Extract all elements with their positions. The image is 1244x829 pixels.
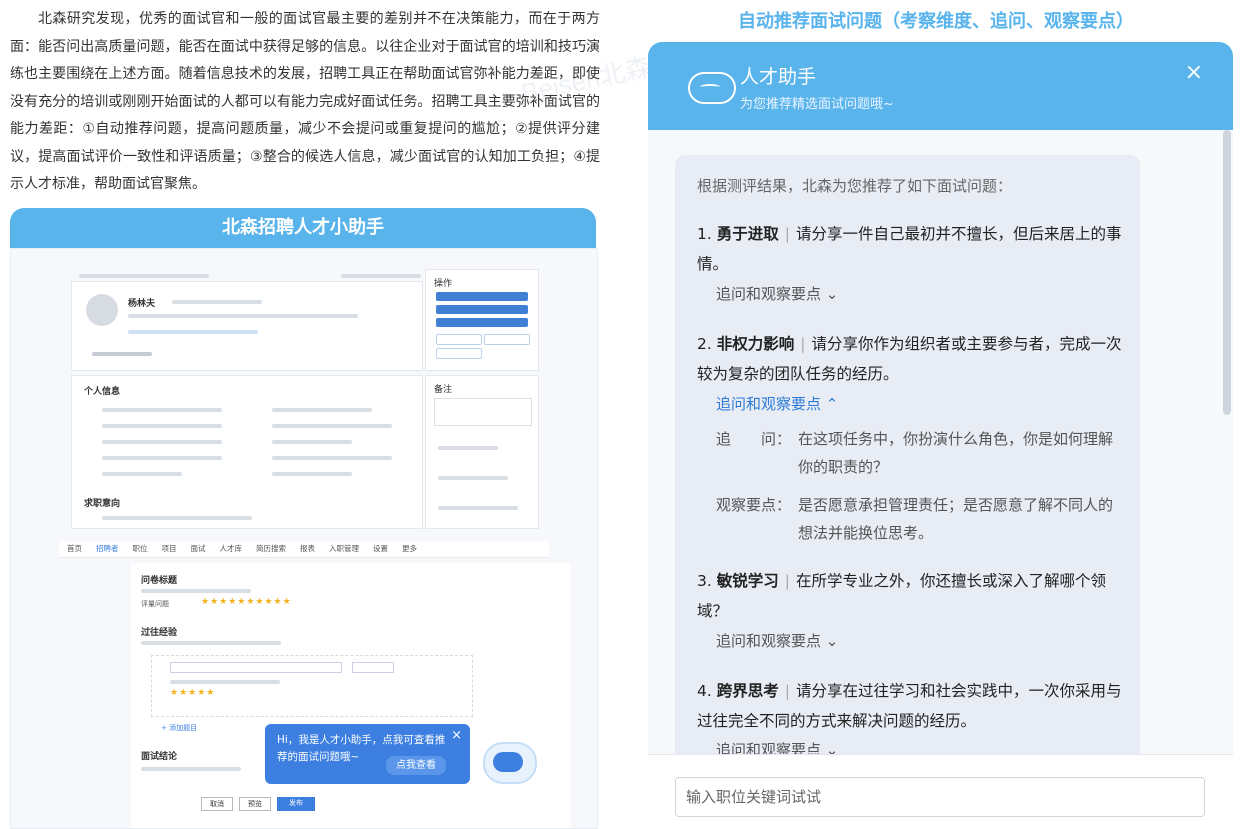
nav-bar: 首页 招聘者 职位 项目 面试 人才库 简历搜索 报表 入职管理 设置 更多 — [59, 541, 549, 558]
question-input[interactable] — [170, 662, 342, 673]
question-number: 1. — [697, 225, 712, 243]
nav-item[interactable]: 更多 — [402, 543, 417, 554]
notes-panel: 备注 — [425, 375, 539, 529]
followup-toggle[interactable]: 追问和观察要点 ⌄ — [716, 630, 838, 651]
nav-item[interactable]: 职位 — [133, 543, 148, 554]
observe-text: 是否愿意承担管理责任；是否愿意了解不同人的想法并能换位思考。 — [798, 496, 1114, 542]
assistant-banner-title: 北森招聘人才小助手 — [10, 208, 596, 248]
personal-info-title: 个人信息 — [84, 387, 121, 397]
preview-button[interactable]: 预览 — [239, 797, 271, 811]
notes-title: 备注 — [434, 385, 453, 395]
nav-item[interactable]: 入职管理 — [329, 543, 359, 554]
observe-detail: 观察要点： 是否愿意承担管理责任；是否愿意了解不同人的想法并能换位思考。 — [716, 491, 1126, 547]
form-section-conclusion: 面试结论 — [141, 752, 178, 762]
message-bubble: 根据测评结果，北森为您推荐了如下面试问题： 1. 勇于进取 | 请分享一件自己最初并… — [675, 155, 1140, 795]
question-dimension: 跨界思考 — [716, 682, 779, 700]
question-number: 3. — [697, 572, 712, 590]
op-button[interactable] — [436, 305, 528, 314]
followup-toggle[interactable]: 追问和观察要点 ⌃ — [716, 393, 838, 414]
op-button[interactable] — [484, 334, 530, 345]
question-item: 4. 跨界思考 | 请分享在过往学习和社会实践中，一次你采用与过往完全不同的方式来解… — [697, 682, 1122, 730]
article-paragraph: 北森研究发现，优秀的面试官和一般的面试官最主要的差别并不在决策能力，而在于两方面… — [10, 11, 600, 192]
form-title: 问卷标题 — [141, 576, 178, 586]
right-heading: 自动推荐面试问题（考察维度、追问、观察要点） — [738, 11, 1134, 32]
add-question-button[interactable]: + 添加题目 — [161, 723, 197, 733]
operations-panel: 操作 — [425, 269, 539, 371]
nav-item[interactable]: 简历搜索 — [256, 543, 286, 554]
op-button[interactable] — [436, 318, 528, 327]
followup-detail: 追 问： 在这项任务中，你扮演什么角色，你是如何理解你的职责的？ — [716, 425, 1126, 481]
view-button[interactable]: 点我查看 — [386, 756, 446, 775]
notes-input[interactable] — [434, 398, 532, 426]
question-item: 3. 敏锐学习 | 在所学专业之外，你还擅长或深入了解哪个领域？ — [697, 572, 1106, 620]
assistant-tooltip[interactable]: Hi，我是人才小助手，点我可查看推荐的面试问题哦~ × 点我查看 — [265, 724, 470, 784]
candidate-name: 杨林夫 — [128, 299, 156, 309]
nav-item[interactable]: 面试 — [191, 543, 206, 554]
robot-icon[interactable] — [483, 742, 537, 784]
followup-label: 追 问： — [716, 430, 792, 448]
input-area — [648, 754, 1233, 827]
question-stars[interactable]: ★★★★★ — [170, 688, 215, 698]
close-icon[interactable]: × — [451, 727, 462, 744]
intention-title: 求职意向 — [84, 499, 121, 509]
op-button[interactable] — [436, 334, 482, 345]
ops-title: 操作 — [434, 279, 453, 289]
question-dimension: 勇于进取 — [716, 225, 779, 243]
question-dimension: 非权力影响 — [716, 335, 795, 353]
nav-item[interactable]: 报表 — [300, 543, 315, 554]
rating-stars[interactable]: ★★★★★★★★★★ — [201, 597, 292, 607]
questionnaire-form: 问卷标题 评量问题 ★★★★★★★★★★ 过往经验 ★★★★★ + 添加题目 面… — [131, 563, 571, 828]
followup-toggle[interactable]: 追问和观察要点 ⌄ — [716, 283, 838, 304]
score-select[interactable] — [352, 662, 394, 673]
rating-label: 评量问题 — [141, 600, 169, 608]
scrollbar[interactable] — [1223, 130, 1231, 415]
chat-header: 人才助手 为您推荐精选面试问题哦~ × — [648, 42, 1233, 130]
robot-avatar-icon — [688, 72, 736, 104]
op-button[interactable] — [436, 348, 482, 359]
keyword-input[interactable] — [675, 777, 1205, 817]
observe-label: 观察要点： — [716, 496, 792, 514]
nav-item[interactable]: 设置 — [373, 543, 388, 554]
cancel-button[interactable]: 取消 — [201, 797, 233, 811]
question-number: 2. — [697, 335, 712, 353]
close-icon[interactable]: × — [1185, 60, 1203, 85]
question-item: 2. 非权力影响 | 请分享你作为组织者或主要参与者，完成一次较为复杂的团队任务的经… — [697, 335, 1122, 383]
nav-item[interactable]: 招聘者 — [96, 543, 119, 554]
nav-item[interactable]: 项目 — [162, 543, 177, 554]
candidate-panel: 杨林夫 — [71, 281, 423, 371]
chat-subtitle: 为您推荐精选面试问题哦~ — [740, 97, 894, 112]
form-section-experience: 过往经验 — [141, 628, 178, 638]
publish-button[interactable]: 发布 — [277, 797, 315, 811]
question-item: 1. 勇于进取 | 请分享一件自己最初并不擅长，但后来居上的事情。 — [697, 225, 1122, 273]
nav-item[interactable]: 人才库 — [220, 543, 243, 554]
question-number: 4. — [697, 682, 712, 700]
personal-info-panel: 个人信息 求职意向 — [71, 375, 423, 529]
op-button[interactable] — [436, 292, 528, 301]
chat-window: 人才助手 为您推荐精选面试问题哦~ × 根据测评结果，北森为您推荐了如下面试问题… — [648, 42, 1233, 827]
avatar — [86, 294, 118, 326]
nav-item[interactable]: 首页 — [67, 543, 82, 554]
followup-text: 在这项任务中，你扮演什么角色，你是如何理解你的职责的？ — [798, 430, 1114, 476]
intro-text: 根据测评结果，北森为您推荐了如下面试问题： — [697, 177, 1013, 195]
chat-title: 人才助手 — [740, 66, 817, 88]
question-dimension: 敏锐学习 — [716, 572, 779, 590]
question-block: ★★★★★ — [151, 655, 473, 717]
